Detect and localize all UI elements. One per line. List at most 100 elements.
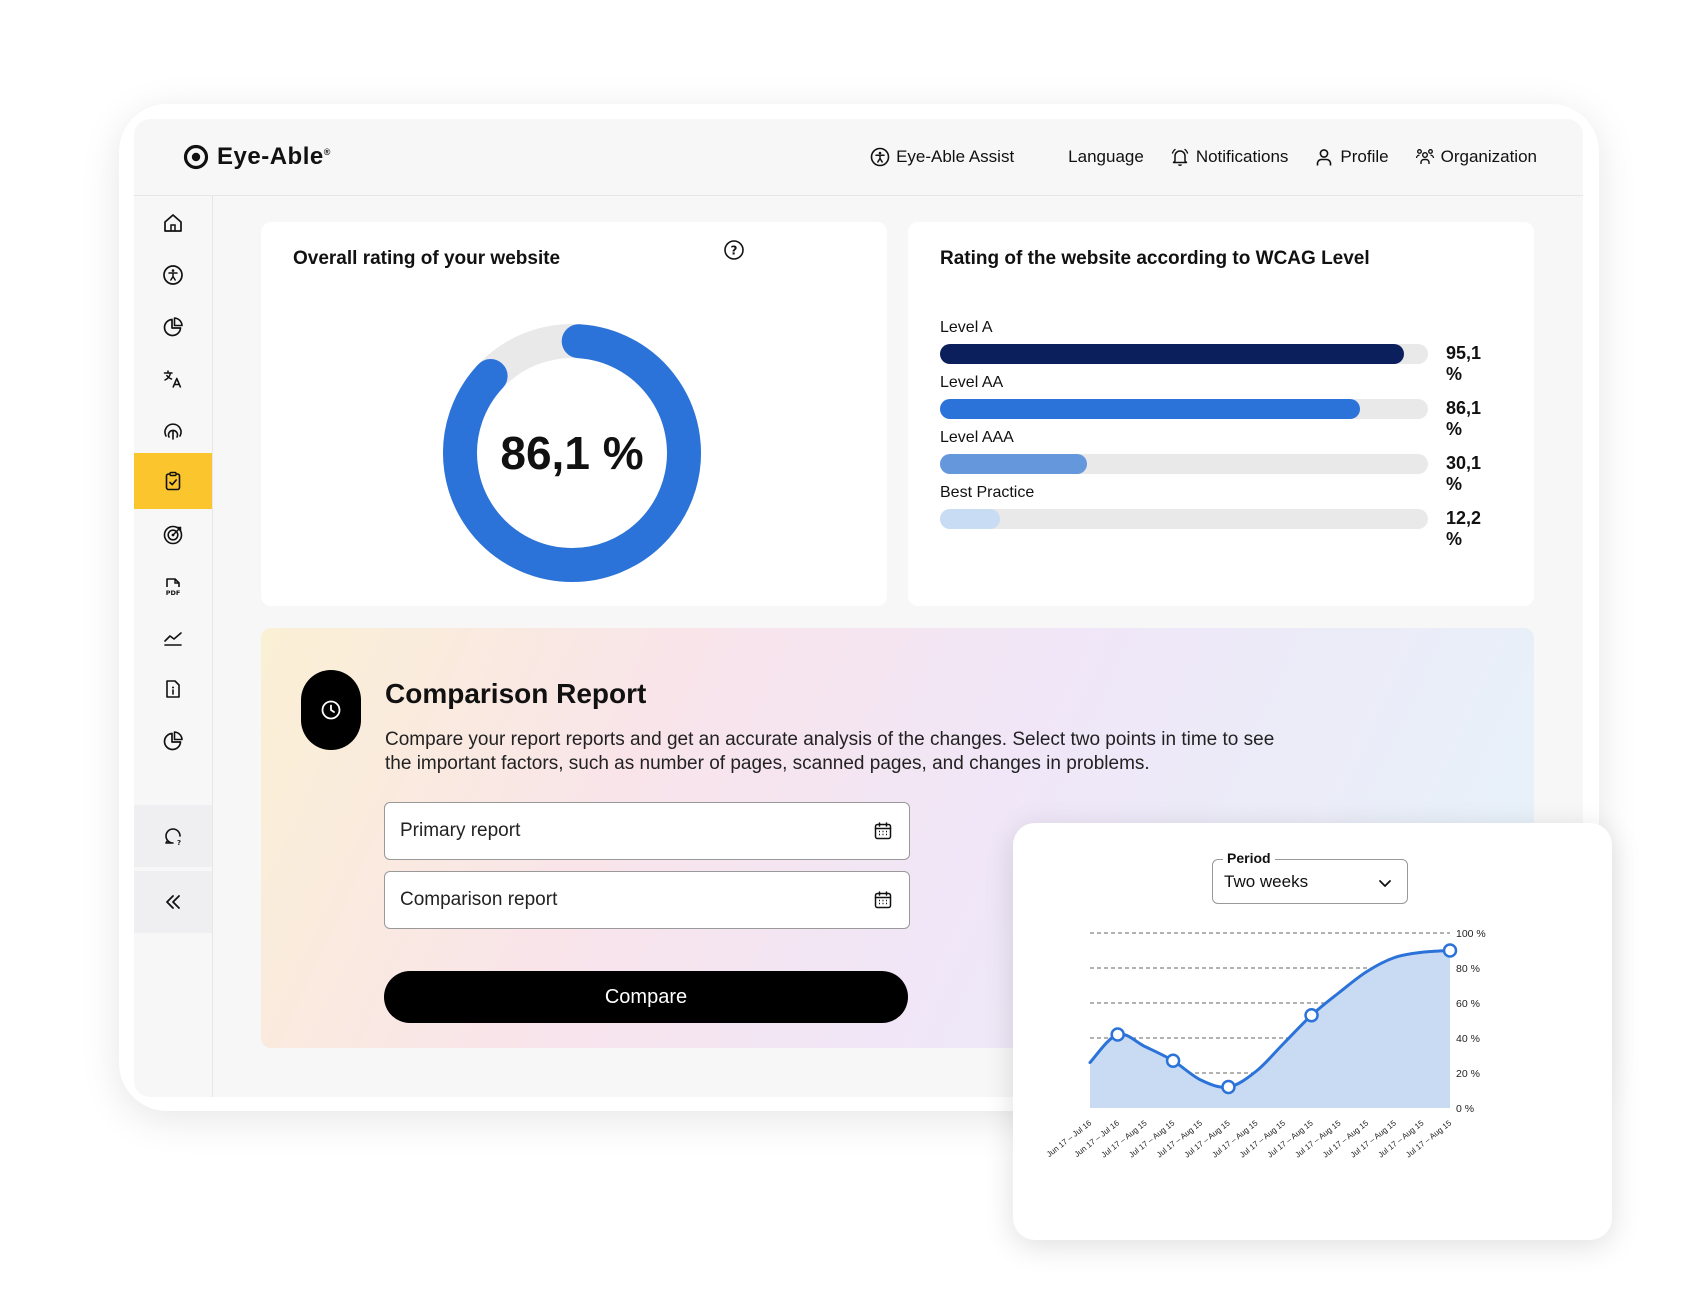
wcag-level-row: Level AAA 30,1 % [940,429,1500,494]
level-bar-fill [940,344,1405,364]
y-tick-label: 20 % [1456,1068,1480,1080]
nav-language-label: Language [1068,147,1144,166]
level-bar-fill [940,509,1000,529]
wcag-level-row: Level AA 86,1 % [940,374,1500,439]
accessibility-icon [163,265,183,285]
translate-icon [163,370,182,388]
nav-eye-able-assist[interactable]: Eye-Able Assist [870,147,1014,167]
nav-language[interactable]: Language [1068,147,1144,167]
y-tick-label: 100 % [1456,928,1486,940]
level-bar-fill [940,399,1361,419]
comparison-report-field[interactable]: Comparison report [384,871,910,929]
clipboard-check-icon [165,471,181,491]
sidebar-item-info[interactable] [134,661,212,717]
fingerprint-icon [164,423,182,440]
user-icon [1317,149,1332,166]
data-point[interactable] [1165,1053,1181,1068]
primary-report-field[interactable]: Primary report [384,802,910,860]
nav-notifications-label: Notifications [1195,147,1289,166]
wcag-rating-card: Rating of the website according to WCAG … [908,222,1534,606]
clock-icon [321,700,341,720]
comparison-title: Comparison Report [385,678,647,709]
nav-organization[interactable]: Organization [1415,147,1537,167]
pdf-icon: PDF [166,578,181,597]
pie-chart-icon [163,731,183,751]
document-info-icon [166,680,180,698]
y-tick-label: 40 % [1456,1033,1480,1045]
level-bar-fill [940,454,1087,474]
sidebar-item-goals[interactable] [134,507,212,563]
svg-text:?: ? [177,839,181,847]
period-label: Period [1223,850,1275,866]
home-icon [164,214,182,232]
level-bar-track [940,399,1428,419]
nav-profile-label: Profile [1340,147,1389,166]
double-chevron-left-icon [166,895,180,909]
top-bar: Eye-Able® Eye-Able Assist Language Notif… [134,119,1583,196]
nav-assist-label: Eye-Able Assist [896,147,1015,166]
nav-profile[interactable]: Profile [1314,147,1389,167]
level-name: Level AAA [940,429,1014,446]
period-value: Two weeks [1224,872,1309,891]
sidebar-item-trends[interactable] [134,609,212,665]
chat-question-icon: ? [165,828,181,847]
nav-organization-label: Organization [1440,147,1537,166]
level-name: Level A [940,319,993,336]
sidebar: PDF ? [134,195,213,1097]
accessibility-icon [870,147,890,167]
data-point[interactable] [1221,1079,1236,1095]
svg-text:?: ? [731,244,738,258]
y-tick-label: 80 % [1456,963,1480,975]
pie-chart-icon [163,317,183,337]
sidebar-collapse-button[interactable] [134,871,212,933]
comparison-report-placeholder: Comparison report [400,889,558,910]
calendar-icon[interactable] [873,821,893,841]
help-icon[interactable]: ? [723,239,745,261]
svg-text:PDF: PDF [166,589,181,597]
sidebar-item-analytics[interactable] [134,713,212,769]
sidebar-item-help[interactable]: ? [134,805,212,867]
level-name: Best Practice [940,484,1035,501]
overall-rating-title: Overall rating of your website [293,248,561,269]
top-nav: Eye-Able Assist Language Notifications P… [870,147,1537,167]
brand[interactable]: Eye-Able® [183,143,331,171]
clock-badge [301,670,361,750]
chevron-down-icon [1379,880,1391,887]
line-chart-icon [164,632,182,646]
area-fill [1090,950,1450,1108]
sidebar-item-pdf[interactable]: PDF [134,559,212,615]
wcag-level-row: Level A 95,1 % [940,319,1500,384]
nav-notifications[interactable]: Notifications [1170,147,1289,167]
sidebar-item-home[interactable] [134,195,212,251]
users-group-icon [1415,149,1434,164]
wcag-level-row: Best Practice 12,2 % [940,484,1500,549]
overall-rating-card: Overall rating of your website ? 86,1 % [261,222,887,606]
period-select[interactable]: Period Two weeks [1212,850,1408,904]
sidebar-item-translate[interactable] [134,351,212,407]
sidebar-item-fingerprint[interactable] [134,403,212,459]
eye-able-logo-icon [183,144,209,170]
level-bar-track [940,344,1428,364]
brand-name: Eye-Able® [217,143,331,170]
trend-chart-card: 100 % 80 % 60 % 40 % 20 % 0 % Jun 17 – Jul 16 J… [1013,823,1612,1240]
comparison-description: Compare your report reports and get an a… [385,729,1275,774]
data-point[interactable] [1110,1027,1125,1042]
wcag-rating-title: Rating of the website according to WCAG … [940,248,1370,269]
sidebar-item-accessibility[interactable] [134,247,212,303]
level-bar-track [940,509,1428,529]
calendar-icon[interactable] [873,890,893,910]
bell-icon [1171,148,1189,167]
level-bar-track [940,454,1428,474]
y-tick-label: 60 % [1456,998,1480,1010]
level-name: Level AA [940,374,1004,391]
data-point[interactable] [1442,943,1458,958]
sidebar-item-report[interactable] [134,453,212,509]
x-tick-label: Jun 17 – Jul 16 [1045,1118,1094,1159]
y-tick-label: 0 % [1456,1103,1474,1115]
compare-button[interactable]: Compare [384,971,908,1023]
data-point[interactable] [1304,1008,1319,1023]
level-value: 12,2 % [1446,508,1482,549]
overall-rating-value: 86,1 % [500,427,644,479]
sidebar-item-statistics[interactable] [134,299,212,355]
target-icon [163,525,183,545]
